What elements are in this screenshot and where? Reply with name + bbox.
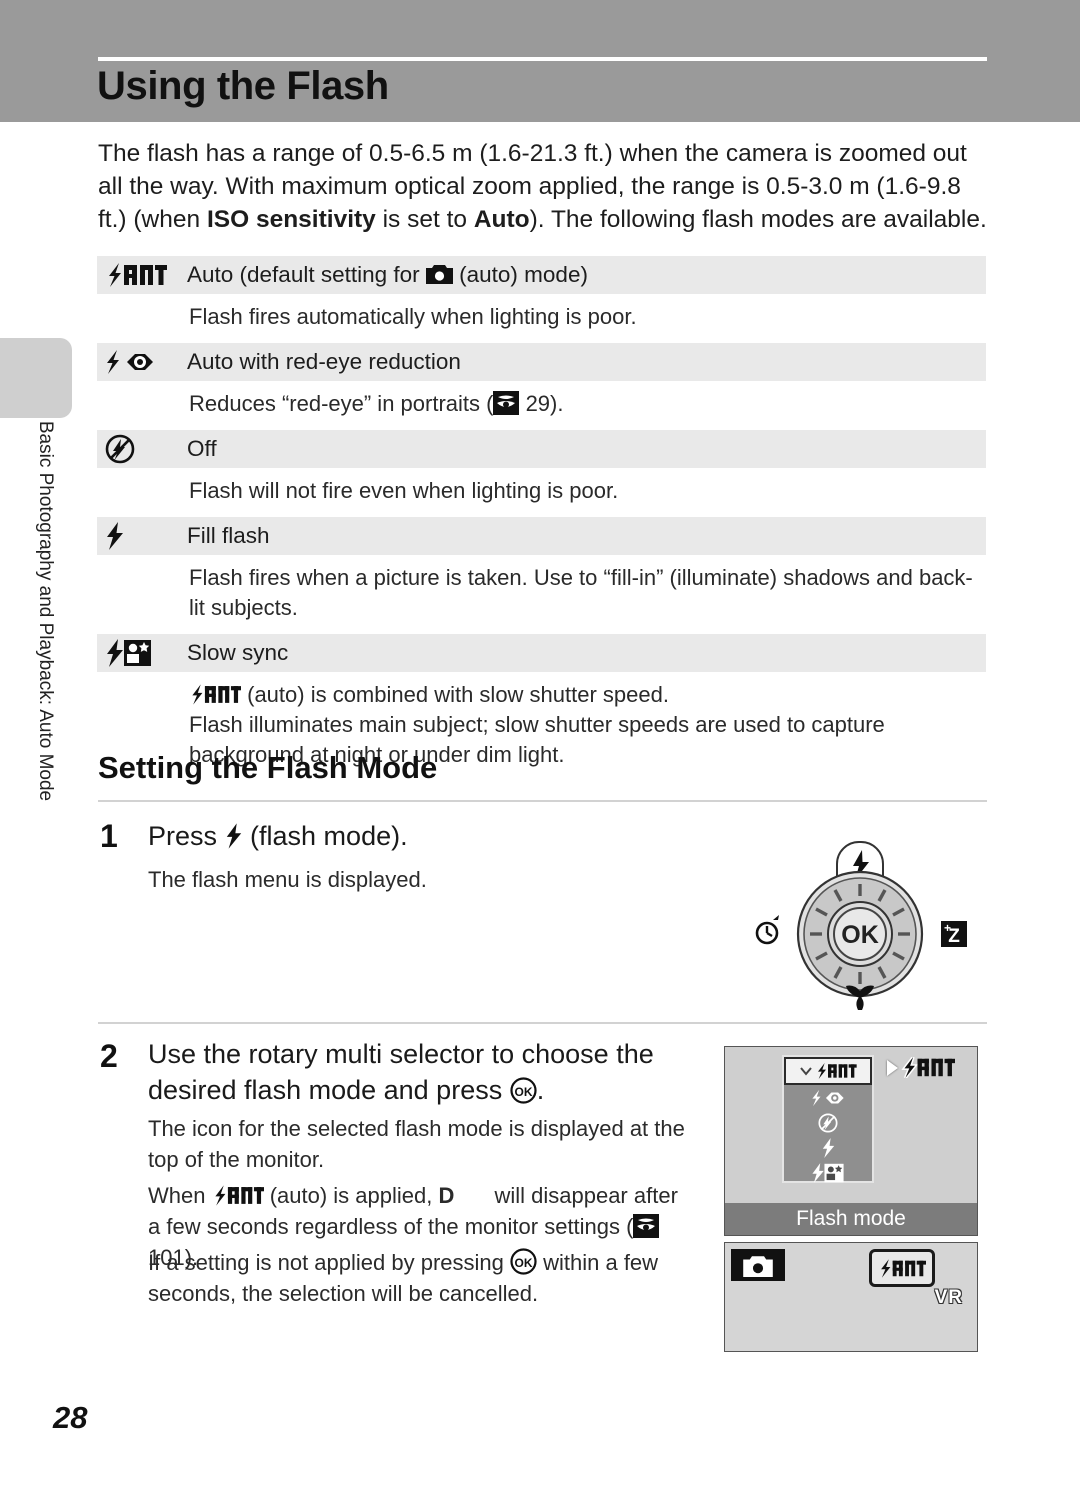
redeye-desc-ref-page: 29). bbox=[519, 391, 564, 416]
step-2-title-post: . bbox=[536, 1075, 545, 1105]
svg-text:OK: OK bbox=[515, 1256, 533, 1270]
table-row-body-auto: Flash fires automatically when lighting … bbox=[97, 294, 986, 342]
flash-menu-panel bbox=[782, 1055, 874, 1183]
page-number: 28 bbox=[53, 1400, 88, 1435]
svg-text:+: + bbox=[944, 921, 951, 935]
camera-auto-mode-icon bbox=[731, 1249, 785, 1281]
flash-auto-icon bbox=[97, 263, 187, 287]
step-2-body-2-pre: When bbox=[148, 1183, 212, 1208]
monitor-shooting-screen-illustration: VR bbox=[724, 1242, 978, 1352]
monitor-indicator-glyph: D bbox=[438, 1183, 455, 1208]
intro-bold-iso: ISO sensitivity bbox=[206, 206, 376, 233]
step-1-title: Press (flash mode). bbox=[148, 818, 628, 854]
flash-slowsync-icon bbox=[812, 1162, 844, 1183]
flash-auto-icon-svg bbox=[109, 263, 167, 287]
step-2-rule bbox=[98, 1022, 987, 1024]
flash-auto-badge bbox=[869, 1249, 935, 1287]
slowsync-desc-line1-text: (auto) is combined with slow shutter spe… bbox=[241, 682, 669, 707]
intro-bold-auto: Auto bbox=[473, 206, 530, 233]
chevron-down-icon bbox=[799, 1067, 812, 1076]
vr-indicator: VR bbox=[934, 1287, 963, 1308]
camera-auto-mode-icon-svg bbox=[743, 1255, 773, 1277]
table-row-header-off: Off bbox=[97, 429, 986, 468]
intro-paragraph: The flash has a range of 0.5-6.5 m (1.6-… bbox=[98, 137, 988, 236]
ok-button-icon: OK bbox=[510, 1077, 537, 1104]
table-row-header-fill: Fill flash bbox=[97, 516, 986, 555]
flash-slowsync-icon-svg bbox=[107, 639, 151, 667]
table-row-body-fill: Flash fires when a picture is taken. Use… bbox=[97, 555, 986, 633]
ok-button-icon: OK bbox=[510, 1248, 537, 1275]
table-row-header-redeye: Auto with red-eye reduction bbox=[97, 342, 986, 381]
flash-fill-label: Fill flash bbox=[187, 523, 270, 548]
flash-menu-item-off[interactable] bbox=[784, 1110, 872, 1135]
dial-ok-label: OK bbox=[841, 921, 879, 949]
section-rule bbox=[98, 800, 987, 802]
step-2-body-3-pre: If a setting is not applied by pressing bbox=[148, 1250, 510, 1275]
step-2-body-1: The icon for the selected flash mode is … bbox=[148, 1116, 685, 1172]
flash-fill-icon bbox=[97, 522, 187, 550]
table-row-body-redeye: Reduces “red-eye” in portraits ( 29). bbox=[97, 381, 986, 429]
flash-off-label: Off bbox=[187, 436, 217, 461]
step-2-title: Use the rotary multi selector to choose … bbox=[148, 1036, 668, 1108]
flash-redeye-icon bbox=[97, 349, 187, 375]
flash-menu-item-redeye[interactable] bbox=[784, 1085, 872, 1110]
intro-text-part2: is set to bbox=[375, 206, 474, 233]
step-2-number: 2 bbox=[100, 1038, 118, 1074]
rotary-dial-svg: OK Z + bbox=[755, 841, 967, 1010]
slowsync-desc-line1: (auto) is combined with slow shutter spe… bbox=[189, 680, 986, 710]
table-row-header-slowsync: Slow sync bbox=[97, 633, 986, 672]
flash-menu-callout bbox=[887, 1057, 955, 1078]
header-rule bbox=[98, 57, 987, 61]
flash-auto-label-pre: Auto (default setting for bbox=[187, 262, 426, 287]
step-1-body: The flash menu is displayed. bbox=[148, 867, 427, 892]
flash-button-icon bbox=[226, 823, 241, 849]
flash-off-icon bbox=[818, 1112, 838, 1133]
flash-menu-item-slowsync[interactable] bbox=[784, 1160, 872, 1185]
flash-off-icon bbox=[97, 434, 187, 464]
callout-arrow-icon bbox=[887, 1059, 898, 1076]
flash-auto-icon bbox=[214, 1185, 264, 1206]
flash-auto-icon bbox=[817, 1063, 857, 1079]
flash-slowsync-label: Slow sync bbox=[187, 640, 289, 665]
flash-redeye-icon bbox=[812, 1089, 844, 1106]
flash-fill-icon-svg bbox=[107, 522, 123, 550]
flash-auto-icon bbox=[192, 684, 241, 705]
table-row-body-off: Flash will not fire even when lighting i… bbox=[97, 468, 986, 516]
book-reference-icon bbox=[633, 1214, 660, 1238]
exposure-compensation-icon: Z + bbox=[941, 921, 967, 947]
book-reference-icon bbox=[493, 391, 520, 415]
self-timer-icon bbox=[755, 915, 779, 945]
flash-auto-icon bbox=[901, 1057, 955, 1078]
camera-auto-mode-icon bbox=[425, 265, 453, 284]
flash-redeye-icon-svg bbox=[107, 350, 153, 374]
chapter-tab-label: Basic Photography and Playback: Auto Mod… bbox=[35, 420, 56, 802]
flash-auto-label: Auto (default setting for (auto) mode) bbox=[187, 262, 588, 288]
table-row-header-auto: Auto (default setting for (auto) mode) bbox=[97, 255, 986, 294]
section-heading: Setting the Flash Mode bbox=[98, 750, 438, 785]
rotary-multi-selector-illustration: OK Z + bbox=[745, 828, 975, 1018]
svg-text:OK: OK bbox=[514, 1085, 532, 1099]
flash-modes-table: Auto (default setting for (auto) mode) F… bbox=[97, 255, 986, 780]
step-1-title-post: (flash mode). bbox=[242, 821, 408, 851]
flash-menu-item-auto[interactable] bbox=[784, 1057, 872, 1085]
flash-off-icon-svg bbox=[105, 434, 135, 464]
intro-text-part3: ). The following flash modes are availab… bbox=[529, 206, 987, 233]
monitor-caption: Flash mode bbox=[725, 1203, 977, 1235]
step-1-title-pre: Press bbox=[148, 821, 225, 851]
redeye-desc-pre: Reduces “red-eye” in portraits ( bbox=[189, 391, 494, 416]
flash-menu-item-fill[interactable] bbox=[784, 1135, 872, 1160]
page-title: Using the Flash bbox=[97, 64, 389, 108]
step-1-number: 1 bbox=[100, 818, 118, 854]
flash-redeye-label: Auto with red-eye reduction bbox=[187, 349, 461, 374]
flash-auto-icon bbox=[881, 1258, 926, 1278]
flash-fill-icon bbox=[822, 1137, 834, 1158]
monitor-flash-menu-illustration: Flash mode bbox=[724, 1046, 978, 1236]
step-2-title-pre: Use the rotary multi selector to choose … bbox=[148, 1039, 654, 1105]
step-2-body-3: If a setting is not applied by pressing … bbox=[148, 1247, 668, 1309]
flash-auto-label-post: (auto) mode) bbox=[452, 262, 588, 287]
flash-slowsync-icon bbox=[97, 639, 187, 667]
step-2-body-2-mid: (auto) is applied, bbox=[263, 1183, 439, 1208]
